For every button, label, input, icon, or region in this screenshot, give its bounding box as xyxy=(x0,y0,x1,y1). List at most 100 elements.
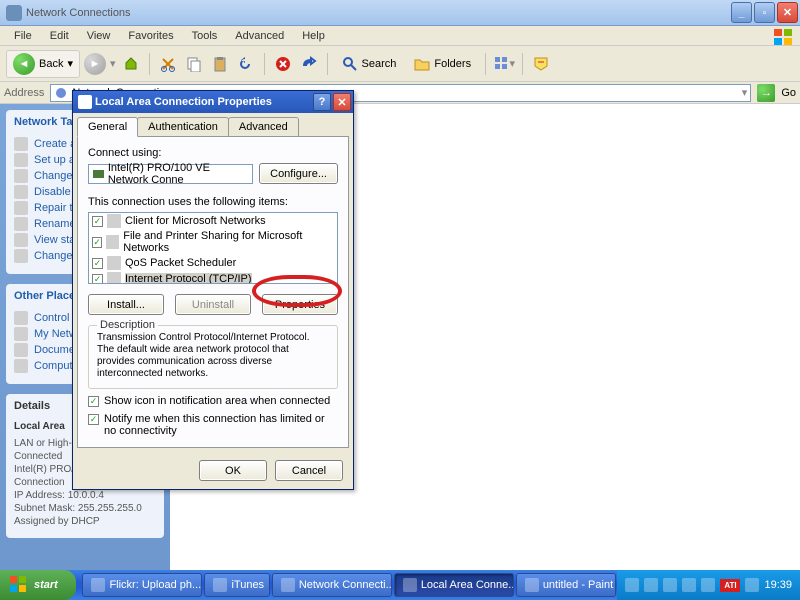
search-label: Search xyxy=(362,58,397,70)
checkbox-icon[interactable]: ✓ xyxy=(92,237,102,248)
app-icon xyxy=(6,5,22,21)
tab-advanced[interactable]: Advanced xyxy=(228,117,299,136)
go-button[interactable]: → xyxy=(757,84,775,102)
taskbar: start Flickr: Upload ph... iTunes Networ… xyxy=(0,570,800,600)
tray-icon[interactable] xyxy=(644,578,658,592)
cancel-button[interactable]: Cancel xyxy=(275,460,343,481)
tab-authentication[interactable]: Authentication xyxy=(137,117,229,136)
uninstall-button: Uninstall xyxy=(175,294,251,315)
forward-button[interactable]: ► xyxy=(84,53,106,75)
checkbox-icon[interactable]: ✓ xyxy=(92,216,103,227)
go-label: Go xyxy=(781,87,796,99)
dialog-titlebar[interactable]: Local Area Connection Properties ? ✕ xyxy=(73,91,353,113)
tab-general[interactable]: General xyxy=(77,117,138,137)
checkbox-label: Notify me when this connection has limit… xyxy=(104,413,338,437)
favorites-button[interactable] xyxy=(530,53,552,75)
delete-button[interactable] xyxy=(272,53,294,75)
items-label: This connection uses the following items… xyxy=(88,196,338,208)
close-button[interactable]: ✕ xyxy=(777,2,798,23)
task-icon xyxy=(91,578,105,592)
task-icon xyxy=(14,169,28,183)
task-icon xyxy=(14,137,28,151)
tray-icon[interactable] xyxy=(625,578,639,592)
window-titlebar: Network Connections ̲ ▫ ✕ xyxy=(0,0,800,26)
task-icon xyxy=(525,578,539,592)
component-icon xyxy=(107,214,121,228)
checkbox-icon[interactable]: ✓ xyxy=(92,258,103,269)
list-item-tcpip[interactable]: ✓Internet Protocol (TCP/IP) xyxy=(89,271,337,284)
views-button[interactable]: ▾ xyxy=(493,53,515,75)
menu-favorites[interactable]: Favorites xyxy=(120,28,181,44)
system-tray: ATI 19:39 xyxy=(617,570,800,600)
ok-button[interactable]: OK xyxy=(199,460,267,481)
component-icon xyxy=(107,272,121,284)
folders-label: Folders xyxy=(434,58,471,70)
dialog-title: Local Area Connection Properties xyxy=(95,96,311,108)
ati-tray-icon[interactable]: ATI xyxy=(720,579,740,592)
taskbar-task[interactable]: Flickr: Upload ph... xyxy=(82,573,202,597)
start-label: start xyxy=(34,579,58,591)
menu-help[interactable]: Help xyxy=(294,28,333,44)
taskbar-task[interactable]: untitled - Paint xyxy=(516,573,617,597)
tray-icon[interactable] xyxy=(663,578,677,592)
paste-button[interactable] xyxy=(209,53,231,75)
undo-move-button[interactable] xyxy=(298,53,320,75)
place-icon xyxy=(14,311,28,325)
adapter-field: Intel(R) PRO/100 VE Network Conne xyxy=(88,164,253,184)
chevron-down-icon[interactable]: ▾ xyxy=(742,86,748,99)
chevron-down-icon: ▾ xyxy=(67,57,73,70)
undo-button[interactable] xyxy=(235,53,257,75)
task-icon xyxy=(281,578,295,592)
menu-file[interactable]: File xyxy=(6,28,40,44)
folders-icon xyxy=(414,56,430,72)
place-icon xyxy=(14,359,28,373)
minimize-button[interactable]: ̲ xyxy=(731,2,752,23)
back-button[interactable]: ◄ Back ▾ xyxy=(6,50,80,78)
maximize-button[interactable]: ▫ xyxy=(754,2,775,23)
clock[interactable]: 19:39 xyxy=(764,579,792,591)
notify-checkbox[interactable]: ✓ Notify me when this connection has lim… xyxy=(88,413,338,437)
taskbar-task-active[interactable]: Local Area Conne... xyxy=(394,573,514,597)
search-icon xyxy=(342,56,358,72)
tray-icon[interactable] xyxy=(682,578,696,592)
windows-flag-icon xyxy=(10,576,28,594)
tray-icon[interactable] xyxy=(745,578,759,592)
menu-tools[interactable]: Tools xyxy=(184,28,226,44)
components-listbox[interactable]: ✓Client for Microsoft Networks ✓File and… xyxy=(88,212,338,284)
folders-button[interactable]: Folders xyxy=(407,53,478,75)
task-icon xyxy=(14,185,28,199)
menu-bar: File Edit View Favorites Tools Advanced … xyxy=(0,26,800,46)
configure-button[interactable]: Configure... xyxy=(259,163,338,184)
list-item[interactable]: ✓QoS Packet Scheduler xyxy=(89,255,337,271)
place-icon xyxy=(14,327,28,341)
list-item[interactable]: ✓File and Printer Sharing for Microsoft … xyxy=(89,229,337,255)
back-arrow-icon: ◄ xyxy=(13,53,35,75)
component-icon xyxy=(106,235,119,249)
cut-button[interactable] xyxy=(157,53,179,75)
properties-button[interactable]: Properties xyxy=(262,294,338,315)
dialog-tabs: General Authentication Advanced xyxy=(73,113,353,136)
dialog-close-button[interactable]: ✕ xyxy=(333,93,351,111)
list-item[interactable]: ✓Client for Microsoft Networks xyxy=(89,213,337,229)
start-button[interactable]: start xyxy=(0,570,76,600)
copy-button[interactable] xyxy=(183,53,205,75)
adapter-icon xyxy=(93,168,104,180)
tray-icon[interactable] xyxy=(701,578,715,592)
description-text: Transmission Control Protocol/Internet P… xyxy=(97,332,329,380)
taskbar-task[interactable]: Network Connecti... xyxy=(272,573,392,597)
task-icon xyxy=(14,201,28,215)
task-icon xyxy=(213,578,227,592)
checkbox-icon[interactable]: ✓ xyxy=(92,274,103,285)
menu-advanced[interactable]: Advanced xyxy=(227,28,292,44)
forward-arrow-icon: ► xyxy=(84,53,106,75)
help-button[interactable]: ? xyxy=(313,93,331,111)
chevron-down-icon: ▾ xyxy=(110,57,116,70)
up-button[interactable] xyxy=(120,53,142,75)
install-button[interactable]: Install... xyxy=(88,294,164,315)
taskbar-task[interactable]: iTunes xyxy=(204,573,269,597)
details-line: Subnet Mask: 255.255.255.0 xyxy=(14,502,156,515)
menu-edit[interactable]: Edit xyxy=(42,28,77,44)
menu-view[interactable]: View xyxy=(79,28,119,44)
show-icon-checkbox[interactable]: ✓ Show icon in notification area when co… xyxy=(88,395,338,407)
search-button[interactable]: Search xyxy=(335,53,404,75)
